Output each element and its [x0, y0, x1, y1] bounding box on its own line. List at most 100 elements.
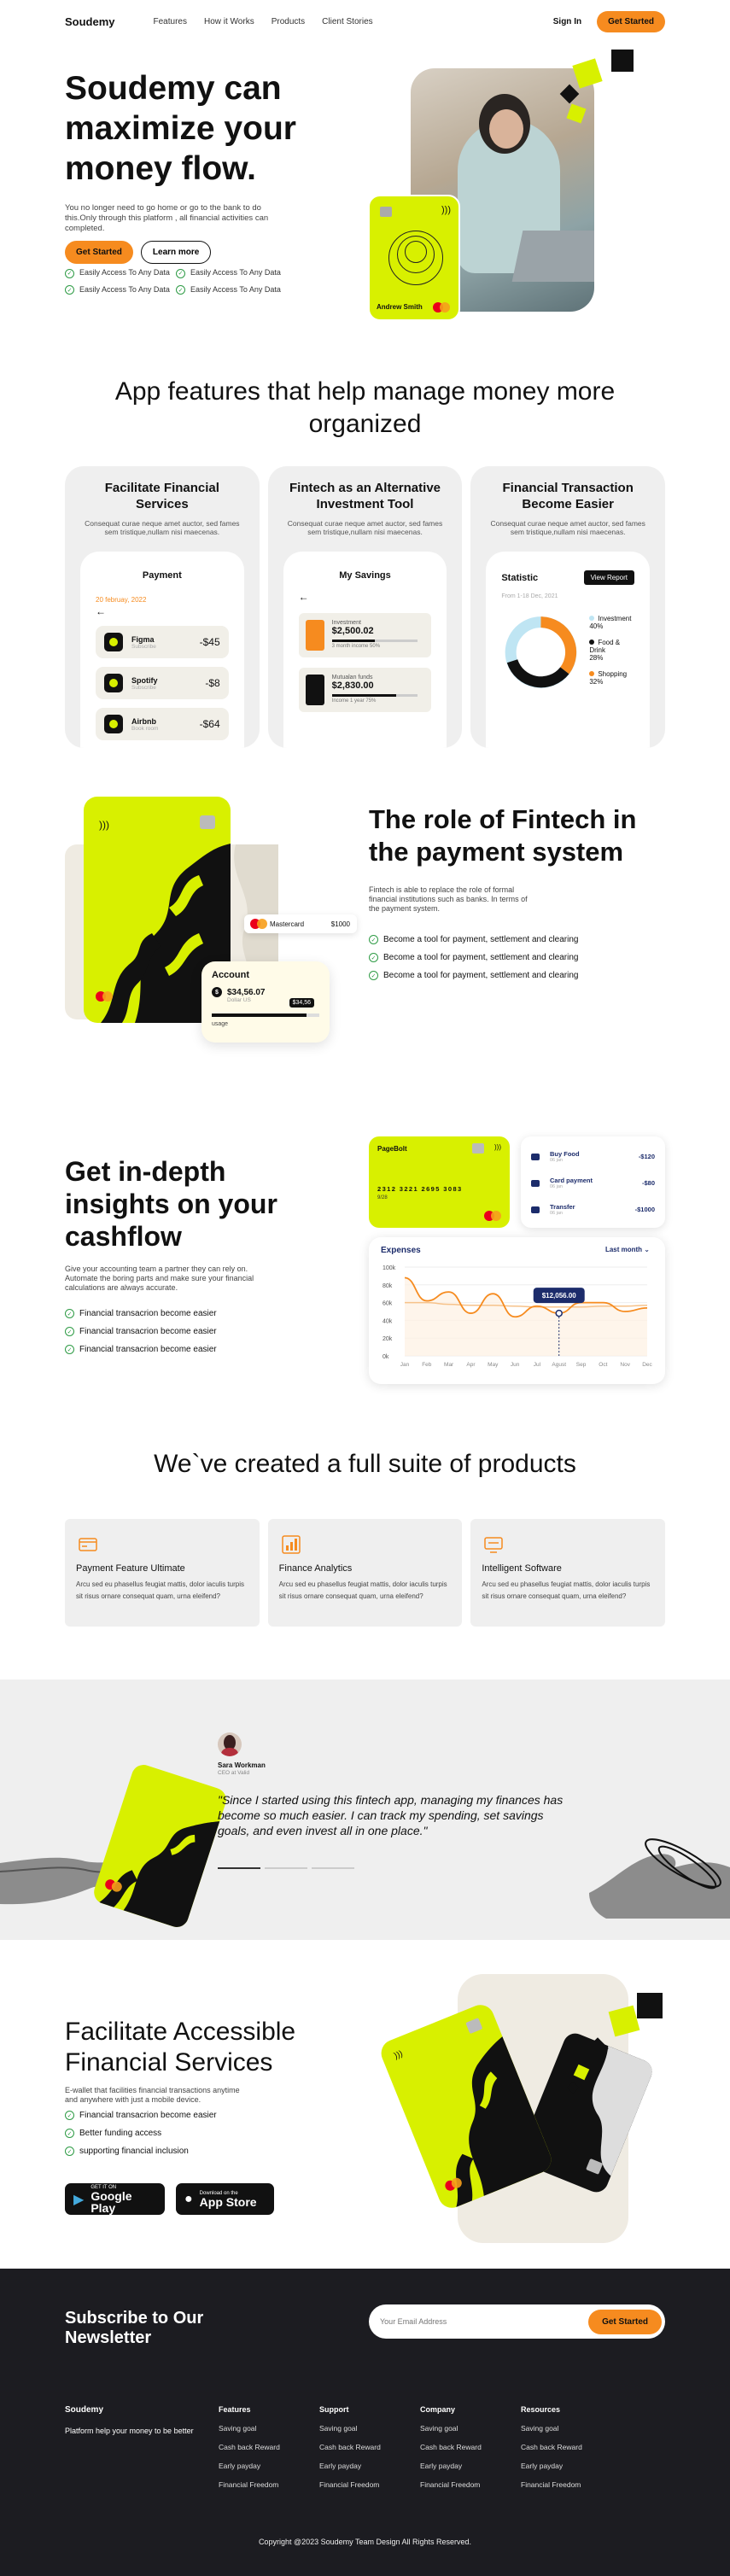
- footer-link[interactable]: Saving goal: [521, 2424, 622, 2443]
- back-arrow-icon[interactable]: ←: [96, 605, 229, 617]
- airbnb-icon: [104, 715, 123, 733]
- footer-link[interactable]: Saving goal: [319, 2424, 420, 2443]
- fintech-role-title: The role of Fintech in the payment syste…: [369, 804, 637, 867]
- cashflow-desc: Give your accounting team a partner they…: [65, 1265, 254, 1292]
- app-store-button[interactable]: ● Download on the App Store: [176, 2183, 274, 2215]
- footer-link[interactable]: Early payday: [319, 2462, 420, 2480]
- payment-phone: Payment 20 februay, 2022 ← Figma Subscrib…: [80, 552, 244, 748]
- list-item: ✓ supporting financial inclusion: [65, 2142, 217, 2160]
- footer-link[interactable]: Cash back Reward: [319, 2443, 420, 2462]
- copyright: Copyright @2023 Soudemy Team Design All …: [258, 2538, 472, 2546]
- sign-in-link[interactable]: Sign In: [553, 17, 581, 26]
- savings-item-amount: $2,830.00: [331, 681, 374, 691]
- email-input[interactable]: [380, 2317, 589, 2326]
- nav-link-features[interactable]: Features: [154, 17, 187, 26]
- product-card-desc: Arcu sed eu phasellus feugiat mattis, do…: [76, 1580, 244, 1600]
- learn-more-button[interactable]: Learn more: [140, 241, 212, 264]
- expenses-chart-card: Expenses Last month ⌄ 100k 80k 60k 40k 20k 0k…: [369, 1237, 665, 1384]
- footer-link[interactable]: Cash back Reward: [521, 2443, 622, 2462]
- hero-get-started-button[interactable]: Get Started: [65, 241, 133, 264]
- footer-link[interactable]: Saving goal: [219, 2424, 319, 2443]
- nav-get-started-button[interactable]: Get Started: [597, 10, 665, 32]
- google-play-button[interactable]: ▶ GET IT ON Google Play: [65, 2183, 165, 2215]
- list-item: ✓ Financial transacrion become easier: [65, 2106, 217, 2124]
- right-hand-illustration: [589, 1838, 730, 1919]
- cashflow-list: ✓ Financial transacrion become easier ✓ Fi…: [65, 1305, 321, 1358]
- period-select[interactable]: Last month ⌄: [605, 1246, 650, 1253]
- chevron-down-icon: ⌄: [644, 1246, 650, 1253]
- pagination-dot[interactable]: [265, 1867, 307, 1869]
- laptop: [511, 231, 594, 282]
- savings-progress: [331, 694, 418, 697]
- y-tick-label: 20k: [383, 1336, 393, 1342]
- y-tick-label: 80k: [383, 1283, 393, 1289]
- footer-link[interactable]: Financial Freedom: [521, 2480, 622, 2499]
- footer-link[interactable]: Early payday: [420, 2462, 521, 2480]
- transaction-row[interactable]: Card payment 06 jan -$80: [531, 1170, 655, 1196]
- transaction-row[interactable]: Transfer 06 jan -$1000: [531, 1196, 655, 1223]
- card-chip: [380, 207, 392, 217]
- payment-item[interactable]: Spotify Subscribe -$8: [96, 667, 229, 699]
- figma-icon: [104, 633, 123, 651]
- footer-link[interactable]: Cash back Reward: [219, 2443, 319, 2462]
- footer-link[interactable]: Early payday: [219, 2462, 319, 2480]
- product-card[interactable]: Payment Feature Ultimate Arcu sed eu pha…: [65, 1519, 260, 1627]
- mastercard-icon: [96, 991, 113, 1002]
- hero-feature-item: ✓ Easily Access To Any Data: [176, 268, 287, 278]
- check-icon: ✓: [176, 285, 185, 295]
- payment-item[interactable]: Figma Subscribe -$45: [96, 626, 229, 658]
- account-amount: $34,56.07: [212, 987, 319, 997]
- footer-link[interactable]: Cash back Reward: [420, 2443, 521, 2462]
- footer-tagline: Platform help your money to be better: [65, 2427, 194, 2435]
- list-item: ✓ Financial transacrion become easier: [65, 1305, 321, 1323]
- savings-item[interactable]: Investment $2,500.02 3 month income 50%: [298, 613, 432, 657]
- contactless-icon: ))): [441, 205, 451, 215]
- product-card-desc: Arcu sed eu phasellus feugiat mattis, do…: [278, 1580, 447, 1600]
- back-arrow-icon[interactable]: ←: [299, 591, 432, 603]
- fintech-role-desc: Fintech is able to replace the role of f…: [369, 885, 528, 913]
- legend-item: Shopping 32%: [589, 670, 634, 686]
- card-number: 2312 3221 2695 3083: [377, 1185, 463, 1193]
- savings-item-note: 3 month income 50%: [331, 644, 381, 649]
- transaction-row[interactable]: Buy Food 06 jan -$120: [531, 1143, 655, 1170]
- statistic-date: From 1-18 Dec, 2021: [501, 593, 558, 599]
- view-report-button[interactable]: View Report: [583, 570, 635, 585]
- list-item: ✓ Become a tool for payment, settlement a…: [369, 967, 651, 984]
- hero-buttons: Get Started Learn more: [65, 241, 212, 264]
- contactless-icon: ))): [99, 819, 109, 831]
- nav-link-products[interactable]: Products: [272, 17, 305, 26]
- footer-link[interactable]: Early payday: [521, 2462, 622, 2480]
- product-card[interactable]: Intelligent Software Arcu sed eu phasell…: [470, 1519, 666, 1627]
- footer-link[interactable]: Financial Freedom: [319, 2480, 420, 2499]
- hero-bank-card: ))) Andrew Smith: [368, 195, 460, 321]
- product-card-title: Finance Analytics: [278, 1563, 353, 1574]
- nav-link-how-it-works[interactable]: How it Works: [204, 17, 254, 26]
- pagebolt-card: PageBolt ))) 2312 3221 2695 3083 9/28: [369, 1136, 510, 1228]
- nav-link-client-stories[interactable]: Client Stories: [322, 17, 372, 26]
- apple-icon: ●: [184, 2191, 193, 2206]
- payment-item[interactable]: Airbnb Book room -$64: [96, 708, 229, 740]
- footer-link[interactable]: Saving goal: [420, 2424, 521, 2443]
- list-item: ✓ Financial transacrion become easier: [65, 1323, 321, 1341]
- highlight-point: [555, 1309, 563, 1317]
- footer-logo[interactable]: Soudemy: [65, 2405, 219, 2415]
- cashflow-title: Get in-depth insights on your cashflow: [65, 1156, 277, 1252]
- pagination-dot-active[interactable]: [218, 1867, 260, 1869]
- payment-item-amount: -$8: [205, 677, 220, 689]
- check-icon: ✓: [369, 971, 378, 980]
- check-icon: ✓: [65, 1309, 74, 1318]
- mastercard-pill: Mastercard $1000: [244, 914, 357, 933]
- footer-link[interactable]: Financial Freedom: [219, 2480, 319, 2499]
- footer-link[interactable]: Financial Freedom: [420, 2480, 521, 2499]
- pagination-dot[interactable]: [312, 1867, 354, 1869]
- transaction-amount: -$120: [638, 1153, 655, 1160]
- savings-item[interactable]: Mutualan funds $2,830.00 Income 1 year 75%: [298, 668, 432, 712]
- legend-dot: [589, 640, 595, 645]
- fintech-role-list: ✓ Become a tool for payment, settlement a…: [369, 931, 651, 984]
- period-select-label: Last month: [604, 1246, 643, 1253]
- decor-square-lime: [608, 2005, 640, 2037]
- subscribe-button[interactable]: Get Started: [588, 2309, 662, 2334]
- feature-card-desc: Consequat curae neque amet auctor, sed f…: [85, 519, 240, 536]
- product-card[interactable]: Finance Analytics Arcu sed eu phasellus …: [267, 1519, 463, 1627]
- logo[interactable]: Soudemy: [65, 15, 115, 28]
